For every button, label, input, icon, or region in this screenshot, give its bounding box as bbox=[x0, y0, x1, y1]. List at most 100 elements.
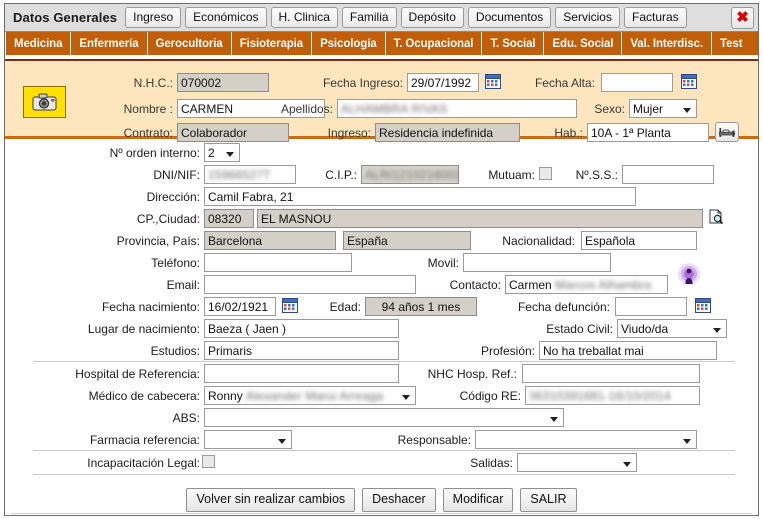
salir-button[interactable]: SALIR bbox=[520, 488, 577, 512]
label-dni: DNI/NIF: bbox=[153, 168, 200, 182]
tab-economicos[interactable]: Económicos bbox=[185, 7, 267, 28]
subtab-enfermeria[interactable]: Enfermería bbox=[71, 32, 148, 55]
telefono-field[interactable] bbox=[204, 253, 352, 272]
nhc-field[interactable]: 070002 bbox=[177, 73, 269, 92]
fecha-alta-calendar-button[interactable] bbox=[680, 72, 697, 89]
label-fecha-alta: Fecha Alta: bbox=[534, 76, 595, 90]
fecha-ingreso-calendar-button[interactable] bbox=[484, 72, 501, 89]
contacto-field[interactable]: Carmen Marcos Alhambra bbox=[505, 275, 668, 294]
subtab-psicologia[interactable]: Psicología bbox=[312, 32, 386, 55]
close-icon: ✖ bbox=[736, 9, 749, 26]
contrato-field[interactable]: Colaborador bbox=[177, 123, 289, 142]
pais-field[interactable]: España bbox=[343, 231, 471, 250]
label-responsable: Responsable: bbox=[397, 433, 471, 447]
tab-h-clinica[interactable]: H. Clinica bbox=[270, 7, 338, 28]
subtab-medicina[interactable]: Medicina bbox=[5, 32, 72, 55]
codigo-re-value: 36310391681-16/10/2014 bbox=[529, 389, 671, 403]
medico-cabecera-select[interactable]: Ronny Alexander Marui Arreaga bbox=[204, 386, 416, 405]
label-medico-cabecera: Médico de cabecera: bbox=[88, 389, 200, 403]
dni-field[interactable]: 15966527T bbox=[204, 165, 296, 184]
fecha-defuncion-field[interactable] bbox=[615, 297, 687, 316]
subtab-val-interdisc[interactable]: Val. Interdisc. bbox=[622, 32, 713, 55]
apellidos-value: ALHAMBRA RIVAS bbox=[341, 102, 448, 116]
direccion-field[interactable]: Camil Fabra, 21 bbox=[204, 187, 636, 206]
label-sexo: Sexo: bbox=[594, 102, 625, 116]
cip-field[interactable]: ALRI1210216003 bbox=[361, 165, 459, 184]
estado-civil-select[interactable]: Viudo/da bbox=[617, 319, 727, 338]
farmacia-referencia-select[interactable] bbox=[204, 430, 292, 449]
label-hospital-referencia: Hospital de Referencia: bbox=[75, 367, 200, 381]
subtab-fisioterapia[interactable]: Fisioterapia bbox=[232, 32, 313, 55]
action-bar: Volver sin realizar cambios Deshacer Mod… bbox=[5, 488, 758, 512]
tab-familia[interactable]: Familia bbox=[341, 7, 397, 28]
edad-field: 94 años 1 mes bbox=[365, 297, 477, 316]
nacionalidad-field[interactable]: Española bbox=[581, 231, 697, 250]
room-bed-button[interactable] bbox=[715, 122, 739, 142]
close-button[interactable]: ✖ bbox=[731, 6, 754, 29]
codigo-re-field[interactable]: 36310391681-16/10/2014 bbox=[525, 386, 700, 405]
movil-field[interactable] bbox=[463, 253, 611, 272]
salidas-select[interactable] bbox=[517, 453, 637, 472]
estudios-field[interactable]: Primaris bbox=[204, 341, 399, 360]
contacto-call-button[interactable] bbox=[677, 262, 701, 287]
tab-documentos[interactable]: Documentos bbox=[467, 7, 552, 28]
subtab-test[interactable]: Test bbox=[712, 32, 750, 55]
label-nhc-hosp-ref: NHC Hosp. Ref.: bbox=[427, 367, 517, 381]
subtab-t-ocupacional[interactable]: T. Ocupacional bbox=[386, 32, 483, 55]
label-apellidos: Apellidos: bbox=[280, 102, 333, 116]
patient-photo-button[interactable] bbox=[23, 86, 66, 118]
email-field[interactable] bbox=[204, 275, 416, 294]
ciudad-field[interactable]: EL MASNOU bbox=[257, 209, 703, 228]
tab-servicios[interactable]: Servicios bbox=[555, 7, 620, 28]
label-cip: C.I.P.: bbox=[325, 168, 357, 182]
responsable-select[interactable] bbox=[475, 430, 697, 449]
divider-1 bbox=[33, 361, 735, 362]
mutuam-checkbox[interactable] bbox=[539, 167, 552, 180]
abs-select[interactable] bbox=[204, 408, 564, 427]
tab-deposito[interactable]: Depósito bbox=[400, 7, 464, 28]
tab-facturas[interactable]: Facturas bbox=[623, 7, 687, 28]
label-nhc: N.H.C.: bbox=[133, 76, 173, 90]
fecha-alta-field[interactable] bbox=[601, 73, 673, 92]
fecha-nacimiento-calendar-button[interactable] bbox=[281, 296, 298, 313]
divider-2 bbox=[33, 450, 735, 451]
label-contrato: Contrato: bbox=[123, 126, 173, 140]
label-edad: Edad: bbox=[329, 300, 361, 314]
sexo-select[interactable]: Mujer bbox=[629, 99, 697, 118]
fecha-defuncion-calendar-button[interactable] bbox=[694, 296, 711, 313]
fecha-ingreso-field[interactable]: 29/07/1992 bbox=[407, 73, 479, 92]
incapacitacion-legal-checkbox[interactable] bbox=[202, 455, 215, 468]
hospital-referencia-field[interactable] bbox=[204, 364, 399, 383]
modificar-button[interactable]: Modificar bbox=[442, 488, 514, 512]
nhc-hosp-ref-field[interactable] bbox=[522, 364, 700, 383]
ciudad-search-button[interactable] bbox=[708, 208, 724, 225]
tab-ingreso[interactable]: Ingreso bbox=[125, 7, 182, 28]
deshacer-button[interactable]: Deshacer bbox=[362, 488, 436, 512]
hab-field[interactable]: 10A - 1ª Planta bbox=[587, 123, 709, 142]
subtab-gerocultoria[interactable]: Gerocultoria bbox=[148, 32, 232, 55]
label-abs: ABS: bbox=[172, 411, 200, 425]
label-profesion: Profesión: bbox=[480, 344, 535, 358]
calendar-icon bbox=[694, 297, 711, 313]
orden-interno-select[interactable]: 2 bbox=[204, 143, 240, 162]
label-lugar-nacimiento: Lugar de nacimiento: bbox=[87, 322, 200, 336]
label-orden-interno: Nº orden interno: bbox=[109, 146, 200, 160]
contacto-value-blurred: Marcos Alhambra bbox=[555, 278, 652, 292]
subtab-edu-social[interactable]: Edu. Social bbox=[544, 32, 623, 55]
ingreso-field[interactable]: Residencia indefinida bbox=[375, 123, 520, 142]
fecha-nacimiento-field[interactable]: 16/02/1921 bbox=[204, 297, 276, 316]
medico-value-blurred: Alexander Marui Arreaga bbox=[246, 389, 384, 403]
dni-value: 15966527T bbox=[208, 168, 271, 182]
camera-icon bbox=[32, 93, 56, 111]
provincia-field[interactable]: Barcelona bbox=[204, 231, 336, 250]
cp-field[interactable]: 08320 bbox=[204, 209, 254, 228]
calendar-icon bbox=[484, 73, 501, 89]
calendar-icon bbox=[281, 297, 298, 313]
volver-sin-cambios-button[interactable]: Volver sin realizar cambios bbox=[186, 488, 356, 512]
top-tab-strip: Datos Generales Ingreso Económicos H. Cl… bbox=[5, 4, 758, 32]
lugar-nacimiento-field[interactable]: Baeza ( Jaen ) bbox=[204, 319, 399, 338]
subtab-t-social[interactable]: T. Social bbox=[482, 32, 545, 55]
bed-icon bbox=[719, 127, 735, 137]
nss-field[interactable] bbox=[622, 165, 714, 184]
profesion-field[interactable]: No ha treballat mai bbox=[539, 341, 717, 360]
